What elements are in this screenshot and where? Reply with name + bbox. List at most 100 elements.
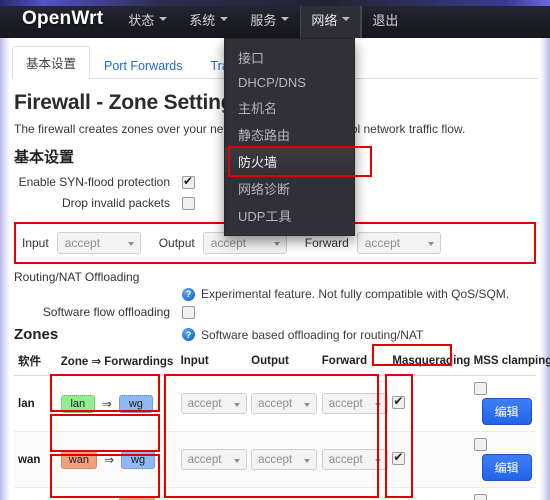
- zone-output-select[interactable]: accept: [251, 393, 318, 414]
- experimental-hint-text: Experimental feature. Not fully compatib…: [201, 287, 510, 301]
- zone-forwardings: wan ⇒ wg: [56, 431, 177, 488]
- zone-chip-source[interactable]: lan: [60, 394, 95, 413]
- dropdown-item-3[interactable]: 静态路由: [225, 121, 354, 148]
- software-offloading-hint-text: Software based offloading for routing/NA…: [201, 327, 424, 342]
- col-input: Input: [176, 347, 248, 376]
- zone-mss-cell: 编辑: [469, 431, 536, 488]
- zone-forward-cell: accept: [317, 431, 389, 488]
- input-policy-value: accept: [64, 236, 101, 250]
- nav-item-logout-label: 退出: [372, 12, 399, 28]
- zone-output-select[interactable]: accept: [251, 449, 318, 470]
- zone-forwardings: lan ⇒ wg: [56, 375, 177, 432]
- brand-logo[interactable]: OpenWrt: [0, 8, 117, 30]
- input-policy-item: Input accept: [22, 232, 141, 254]
- zone-forward-cell: accept: [317, 487, 389, 500]
- forward-policy-select[interactable]: accept: [356, 232, 441, 254]
- tab-basic-settings-label: 基本设置: [26, 57, 77, 71]
- software-offloading-row: Software flow offloading: [14, 305, 536, 319]
- zone-mss-clamping-checkbox[interactable]: [473, 382, 487, 395]
- zones-heading: Zones: [14, 326, 59, 343]
- table-row: lan lan ⇒ wg accept accept accept ✔ 编辑: [14, 375, 536, 432]
- nav-item-status[interactable]: 状态: [117, 0, 178, 38]
- top-navbar: OpenWrt 状态 系统 服务 网络 退出: [0, 0, 550, 38]
- tab-port-forwards-label: Port Forwards: [104, 59, 183, 73]
- zone-edit-button[interactable]: 编辑: [481, 398, 532, 425]
- zone-name: wan: [14, 431, 57, 488]
- zone-forward-select[interactable]: accept: [321, 449, 388, 470]
- dropdown-item-6[interactable]: UDP工具: [225, 202, 354, 229]
- dropdown-item-4[interactable]: 防火墙: [225, 146, 372, 177]
- zone-forward-select[interactable]: accept: [321, 393, 388, 414]
- offloading-heading: Routing/NAT Offloading: [14, 270, 140, 284]
- zone-masquerading-cell: [388, 487, 470, 500]
- drop-invalid-label: Drop invalid packets: [61, 196, 170, 210]
- help-icon: ?: [182, 328, 195, 341]
- tab-basic-settings[interactable]: 基本设置: [12, 46, 91, 79]
- zone-masquerading-cell: [388, 375, 470, 432]
- zone-name: lan: [14, 375, 57, 432]
- zone-input-select[interactable]: accept: [180, 393, 247, 414]
- experimental-hint-row: ? Experimental feature. Not fully compat…: [14, 287, 536, 301]
- nav-item-network[interactable]: 网络: [300, 0, 362, 38]
- zone-chip-target[interactable]: wan: [118, 496, 156, 500]
- zone-input-value: accept: [187, 453, 222, 466]
- col-mss-clamping: MSS clamping: [469, 347, 550, 376]
- dropdown-item-1[interactable]: DHCP/DNS: [225, 71, 354, 94]
- input-policy-label: Input: [22, 236, 49, 250]
- nav-item-logout[interactable]: 退出: [361, 0, 409, 38]
- zone-input-cell: accept: [176, 431, 248, 488]
- zone-input-value: accept: [187, 397, 222, 410]
- tab-port-forwards[interactable]: Port Forwards: [90, 52, 197, 79]
- zone-mss-cell: 编辑: [469, 375, 536, 432]
- syn-flood-checkbox[interactable]: [182, 174, 195, 189]
- help-icon: ?: [182, 287, 195, 301]
- nav-items: 状态 系统 服务 网络 退出: [117, 0, 409, 38]
- zone-edit-button[interactable]: 编辑: [481, 454, 532, 481]
- zone-mss-clamping-checkbox[interactable]: [473, 438, 487, 451]
- arrow-icon: ⇒: [103, 452, 115, 467]
- output-policy-label: Output: [158, 236, 195, 250]
- dropdown-item-0[interactable]: 接口: [225, 44, 354, 71]
- software-offloading-checkbox[interactable]: [182, 305, 195, 319]
- zone-forwardings: wg ⇒ wan lan: [56, 487, 177, 500]
- table-row: wg wg ⇒ wan lan accept: [14, 487, 536, 500]
- table-row: wan wan ⇒ wg accept accept accept ✔ 编辑: [14, 431, 536, 488]
- zone-masquerading-checkbox[interactable]: [392, 450, 406, 465]
- zone-forward-cell: accept: [317, 375, 389, 432]
- zone-mss-clamping-checkbox[interactable]: [473, 494, 487, 500]
- zone-forward-value: accept: [328, 453, 363, 466]
- zone-chip-source[interactable]: wan: [60, 450, 97, 469]
- zones-table: 软件 Zone ⇒ Forwardings Input Output Forwa…: [14, 347, 550, 500]
- experimental-hint: ? Experimental feature. Not fully compat…: [182, 287, 509, 301]
- nav-item-status-label: 状态: [128, 12, 155, 28]
- software-offloading-label: Software flow offloading: [42, 305, 170, 319]
- chevron-down-icon: [342, 17, 351, 21]
- output-policy-value: accept: [210, 236, 247, 250]
- zone-forward-value: accept: [328, 397, 363, 410]
- col-forwardings: Zone ⇒ Forwardings: [56, 347, 177, 376]
- chevron-down-icon: [220, 17, 229, 21]
- zone-output-cell: accept: [247, 431, 318, 488]
- zone-output-value: accept: [258, 397, 293, 410]
- forward-policy-value: accept: [364, 236, 401, 250]
- zones-table-header-row: 软件 Zone ⇒ Forwardings Input Output Forwa…: [14, 347, 550, 376]
- zone-output-value: accept: [258, 453, 293, 466]
- dropdown-item-2[interactable]: 主机名: [225, 94, 354, 121]
- network-dropdown-menu: 接口 DHCP/DNS 主机名 静态路由 防火墙 网络诊断 UDP工具: [224, 38, 372, 236]
- col-forward: Forward: [317, 347, 389, 376]
- nav-item-services-label: 服务: [250, 12, 277, 28]
- zone-chip-target[interactable]: wg: [118, 394, 153, 413]
- zone-masquerading-checkbox[interactable]: [392, 394, 406, 409]
- nav-item-services[interactable]: 服务: [239, 0, 300, 38]
- zone-mss-cell: 编辑: [469, 487, 536, 500]
- nav-item-system-label: 系统: [189, 12, 216, 28]
- nav-item-system[interactable]: 系统: [178, 0, 239, 38]
- col-output: Output: [247, 347, 318, 376]
- dropdown-item-5[interactable]: 网络诊断: [225, 175, 354, 202]
- zone-chip-target[interactable]: wg: [121, 450, 156, 469]
- software-offloading-hint: ? Software based offloading for routing/…: [182, 328, 423, 342]
- input-policy-select[interactable]: accept: [56, 232, 141, 254]
- zone-input-select[interactable]: accept: [180, 449, 247, 470]
- drop-invalid-checkbox[interactable]: [182, 196, 195, 210]
- arrow-icon: ⇒: [101, 396, 112, 411]
